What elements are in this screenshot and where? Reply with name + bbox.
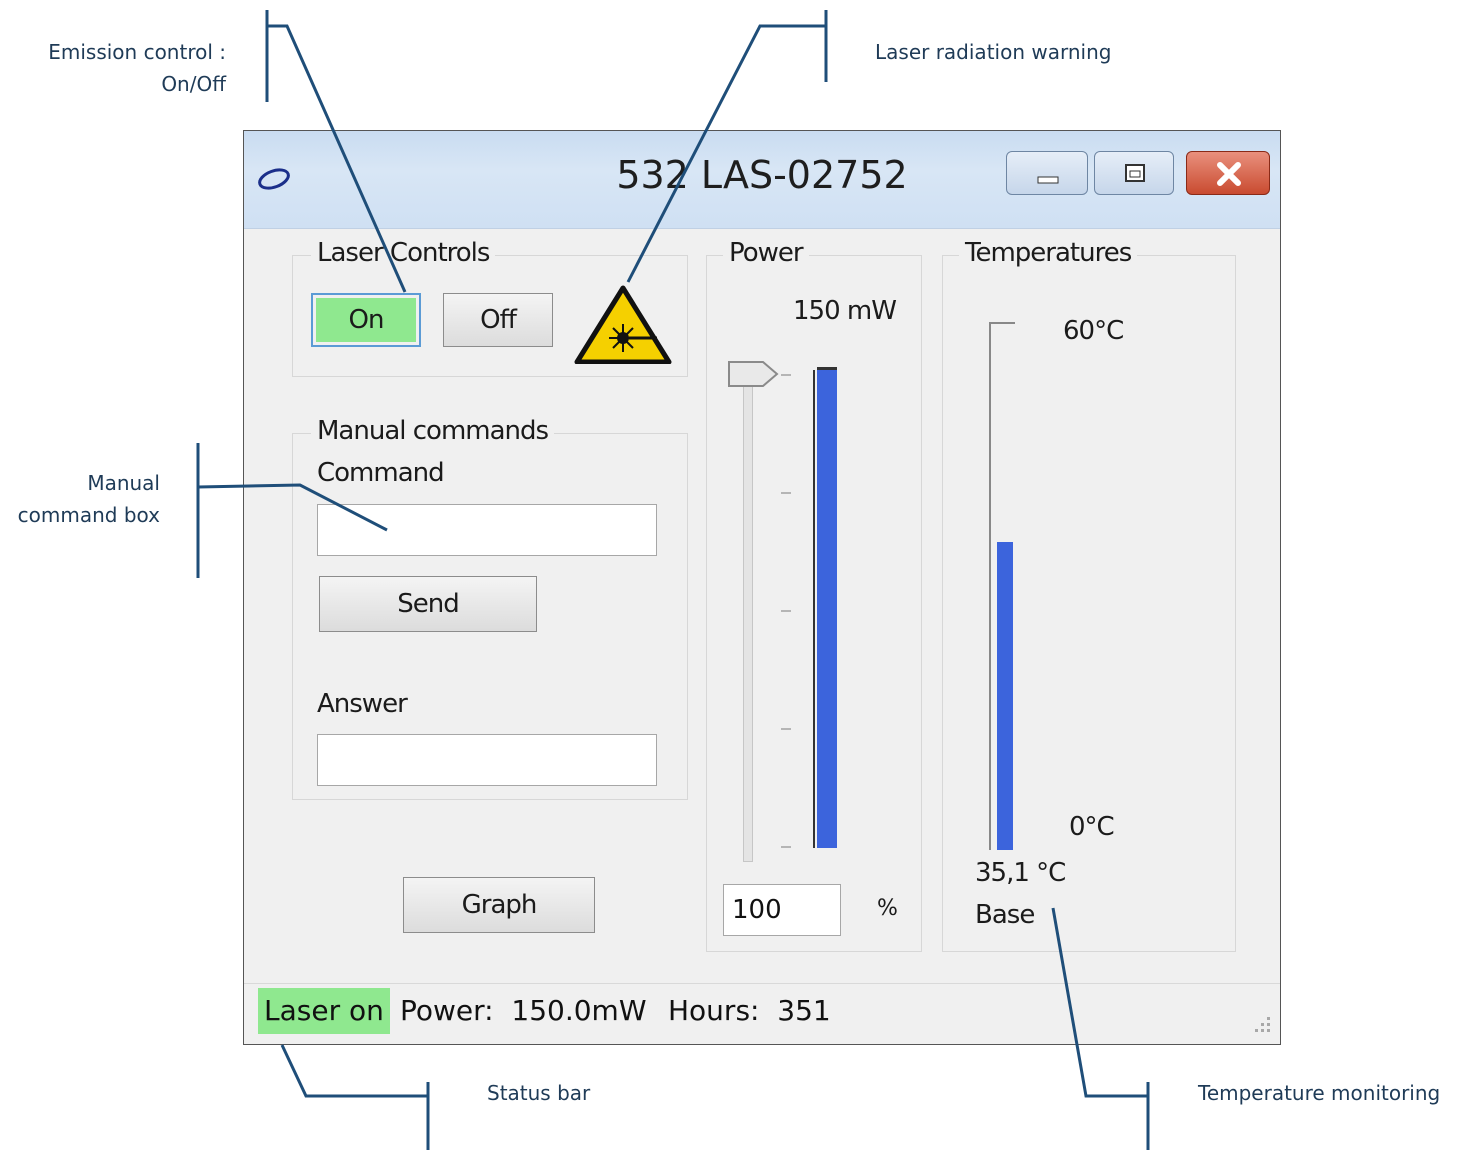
- power-level-gauge: [813, 367, 841, 848]
- laser-state-badge: Laser on: [258, 988, 390, 1034]
- callout-manual-command: Manual command box: [0, 467, 160, 531]
- status-hours: Hours: 351: [668, 994, 831, 1027]
- callout-status-bar: Status bar: [487, 1081, 591, 1105]
- callout-emission-line1: Emission control :: [48, 40, 226, 64]
- callout-laser-warning: Laser radiation warning: [875, 40, 1112, 64]
- laser-warning-icon: [574, 285, 672, 364]
- maximize-icon: [1125, 164, 1145, 182]
- power-slider-tick: [781, 374, 791, 376]
- power-level-bar: [817, 367, 837, 848]
- callout-temperature: Temperature monitoring: [1198, 1081, 1441, 1105]
- power-slider-tick: [781, 492, 791, 494]
- temperature-min-label: 0°C: [1069, 812, 1115, 842]
- answer-label: Answer: [317, 689, 408, 719]
- emission-on-button[interactable]: On: [311, 293, 421, 347]
- temperature-level-bar: [997, 542, 1013, 850]
- command-input[interactable]: [317, 504, 657, 556]
- power-slider-track[interactable]: [743, 376, 753, 862]
- temperature-max-label: 60°C: [1063, 316, 1124, 346]
- callout-manual-line2: command box: [17, 503, 160, 527]
- power-group: Power 150 mW %: [706, 238, 922, 952]
- power-percent-unit: %: [877, 896, 898, 921]
- minimize-icon: [1037, 176, 1059, 184]
- resize-grip-icon[interactable]: [1250, 1014, 1272, 1036]
- power-percent-input[interactable]: [723, 884, 841, 936]
- send-button[interactable]: Send: [319, 576, 537, 632]
- laser-controls-label: Laser Controls: [311, 238, 496, 268]
- temperature-gauge: [989, 322, 1015, 850]
- maximize-button[interactable]: [1094, 151, 1174, 195]
- temperature-reading: 35,1 °C: [975, 858, 1066, 888]
- answer-input[interactable]: [317, 734, 657, 786]
- graph-button[interactable]: Graph: [403, 877, 595, 933]
- emission-off-button[interactable]: Off: [443, 293, 553, 347]
- close-icon: [1217, 162, 1241, 186]
- manual-commands-label: Manual commands: [311, 416, 555, 446]
- callout-emission-line2: On/Off: [161, 72, 226, 96]
- command-label: Command: [317, 458, 445, 488]
- power-slider-tick: [781, 728, 791, 730]
- temperature-sensor-label: Base: [975, 900, 1035, 930]
- power-slider-thumb[interactable]: [727, 360, 781, 388]
- power-label: Power: [723, 238, 809, 268]
- status-bar: Laser on Power: 150.0mW Hours: 351: [244, 983, 1280, 1044]
- minimize-button[interactable]: [1006, 151, 1088, 195]
- status-power: Power: 150.0mW: [400, 994, 647, 1027]
- manual-commands-group: Manual commands Command Send Answer: [292, 416, 688, 800]
- app-window: 532 LAS-02752 Laser Controls On Off Manu…: [243, 130, 1281, 1045]
- callout-manual-line1: Manual: [87, 471, 160, 495]
- power-slider-tick: [781, 846, 791, 848]
- temperatures-group: Temperatures 60°C 0°C 35,1 °C Base: [942, 238, 1236, 952]
- callout-emission-control: Emission control : On/Off: [20, 36, 226, 100]
- close-button[interactable]: [1186, 151, 1270, 195]
- power-readout: 150 mW: [793, 296, 897, 326]
- power-slider-tick: [781, 610, 791, 612]
- laser-controls-group: Laser Controls On Off: [292, 238, 688, 377]
- temperatures-label: Temperatures: [959, 238, 1138, 268]
- title-bar[interactable]: 532 LAS-02752: [244, 131, 1280, 229]
